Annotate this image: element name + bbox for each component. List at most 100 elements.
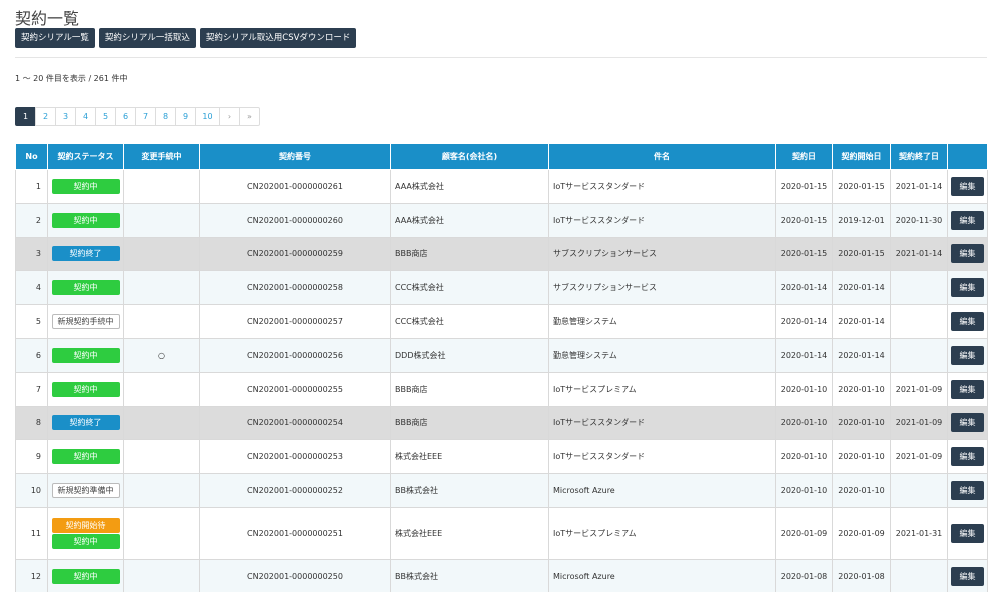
table-row: 12 契約中 CN202001-0000000250 BB株式会社 Microsoft … (15, 558, 988, 592)
customer-name-cell: BB株式会社 (390, 558, 549, 592)
end-date-cell: 2021-01-14 (890, 236, 948, 272)
contract-status-cell: 新規契約準備中 (47, 473, 124, 508)
header-end-date[interactable]: 契約終了日 (890, 143, 948, 170)
customer-name-cell: BBB商店 (390, 371, 549, 407)
table-row: 9 契約中 CN202001-0000000253 株式会社EEE IoTサービススタン… (15, 439, 988, 475)
edit-cell: 編集 (947, 371, 988, 407)
change-in-progress-cell (123, 506, 200, 560)
edit-cell: 編集 (947, 236, 988, 272)
row-number: 11 (15, 506, 48, 560)
status-badge: 契約開始待 (51, 517, 120, 533)
page-link-6[interactable]: 6 (115, 107, 136, 126)
edit-cell: 編集 (947, 405, 988, 441)
status-badge: 契約中 (51, 533, 120, 549)
page-link-10[interactable]: 10 (195, 107, 220, 126)
subject-cell: Microsoft Azure (548, 558, 776, 592)
edit-button[interactable]: 編集 (951, 379, 984, 399)
start-date-cell: 2020-01-08 (832, 558, 891, 592)
row-number: 8 (15, 405, 48, 441)
page-link-9[interactable]: 9 (175, 107, 196, 126)
header-contract-number[interactable]: 契約番号 (199, 143, 391, 170)
page-link-5[interactable]: 5 (95, 107, 116, 126)
contract-serial-list-button[interactable]: 契約シリアル一覧 (15, 28, 95, 48)
contract-number-cell: CN202001-0000000259 (199, 236, 391, 272)
header-start-date[interactable]: 契約開始日 (832, 143, 891, 170)
page-link-2[interactable]: 2 (35, 107, 56, 126)
header-customer[interactable]: 顧客名(会社名) (390, 143, 549, 170)
start-date-cell: 2020-01-15 (832, 169, 891, 204)
change-in-progress-cell (123, 169, 200, 204)
contract-date-cell: 2020-01-10 (775, 371, 833, 407)
contract-number-cell: CN202001-0000000260 (199, 202, 391, 238)
customer-name-cell: AAA株式会社 (390, 169, 549, 204)
contract-status-cell: 契約中 (47, 169, 124, 204)
divider (15, 57, 987, 58)
page-link-8[interactable]: 8 (155, 107, 176, 126)
contract-status-cell: 契約終了 (47, 405, 124, 441)
edit-button[interactable]: 編集 (951, 244, 984, 264)
customer-name-cell: 株式会社EEE (390, 506, 549, 560)
subject-cell: IoTサービススタンダード (548, 202, 776, 238)
contract-number-cell: CN202001-0000000251 (199, 506, 391, 560)
edit-cell: 編集 (947, 202, 988, 238)
edit-button[interactable]: 編集 (951, 447, 984, 467)
edit-button[interactable]: 編集 (951, 566, 984, 586)
contract-status-cell: 契約中 (47, 270, 124, 306)
contract-status-cell: 契約中 (47, 558, 124, 592)
table-row: 5 新規契約手続中 CN202001-0000000257 CCC株式会社 勤怠管理シス… (15, 304, 988, 339)
end-date-cell: 2021-01-14 (890, 169, 948, 204)
header-status[interactable]: 契約ステータス (47, 143, 124, 170)
table-row: 2 契約中 CN202001-0000000260 AAA株式会社 IoTサービススタン… (15, 202, 988, 238)
change-in-progress-cell (123, 202, 200, 238)
customer-name-cell: 株式会社EEE (390, 439, 549, 475)
contract-status-cell: 契約中 (47, 202, 124, 238)
contract-date-cell: 2020-01-15 (775, 202, 833, 238)
contract-number-cell: CN202001-0000000252 (199, 473, 391, 508)
contract-date-cell: 2020-01-15 (775, 236, 833, 272)
contract-date-cell: 2020-01-10 (775, 473, 833, 508)
page-link-4[interactable]: 4 (75, 107, 96, 126)
contract-status-cell: 契約中 (47, 337, 124, 373)
edit-button[interactable]: 編集 (951, 523, 984, 543)
start-date-cell: 2020-01-15 (832, 236, 891, 272)
csv-download-button[interactable]: 契約シリアル取込用CSVダウンロード (199, 28, 357, 48)
header-subject[interactable]: 件名 (548, 143, 776, 170)
customer-name-cell: BBB商店 (390, 405, 549, 441)
change-in-progress-cell (123, 405, 200, 441)
edit-button[interactable]: 編集 (951, 481, 984, 501)
contract-date-cell: 2020-01-14 (775, 304, 833, 339)
edit-button[interactable]: 編集 (951, 345, 984, 365)
header-change[interactable]: 変更手続中 (123, 143, 200, 170)
subject-cell: IoTサービススタンダード (548, 439, 776, 475)
contract-number-cell: CN202001-0000000258 (199, 270, 391, 306)
last-page-icon[interactable]: » (239, 107, 260, 126)
change-in-progress-cell (123, 371, 200, 407)
subject-cell: IoTサービスプレミアム (548, 506, 776, 560)
table-row: 6 契約中 ○ CN202001-0000000256 DDD株式会社 勤怠管理システム 2… (15, 337, 988, 373)
subject-cell: サブスクリプションサービス (548, 236, 776, 272)
page-title: 契約一覧 (15, 9, 80, 28)
page-link-7[interactable]: 7 (135, 107, 156, 126)
end-date-cell (890, 337, 948, 373)
edit-button[interactable]: 編集 (951, 278, 984, 298)
table-row: 10 新規契約準備中 CN202001-0000000252 BB株式会社 Micros… (15, 473, 988, 508)
header-contract-date[interactable]: 契約日 (775, 143, 833, 170)
header-no[interactable]: No (15, 143, 48, 170)
customer-name-cell: DDD株式会社 (390, 337, 549, 373)
contract-serial-bulk-import-button[interactable]: 契約シリアル一括取込 (98, 28, 196, 48)
contract-date-cell: 2020-01-14 (775, 270, 833, 306)
row-number: 10 (15, 473, 48, 508)
contract-date-cell: 2020-01-15 (775, 169, 833, 204)
row-number: 12 (15, 558, 48, 592)
edit-button[interactable]: 編集 (951, 210, 984, 230)
edit-button[interactable]: 編集 (951, 176, 984, 196)
contract-table: No 契約ステータス 変更手続中 契約番号 顧客名(会社名) 件名 契約日 契約… (15, 143, 988, 592)
page-link-1[interactable]: 1 (15, 107, 36, 126)
edit-button[interactable]: 編集 (951, 312, 984, 332)
result-count: 1 ～ 20 件目を表示 / 261 件中 (15, 74, 128, 83)
page-link-3[interactable]: 3 (55, 107, 76, 126)
next-page-icon[interactable]: › (219, 107, 240, 126)
edit-button[interactable]: 編集 (951, 413, 984, 433)
start-date-cell: 2019-12-01 (832, 202, 891, 238)
change-in-progress-cell (123, 439, 200, 475)
